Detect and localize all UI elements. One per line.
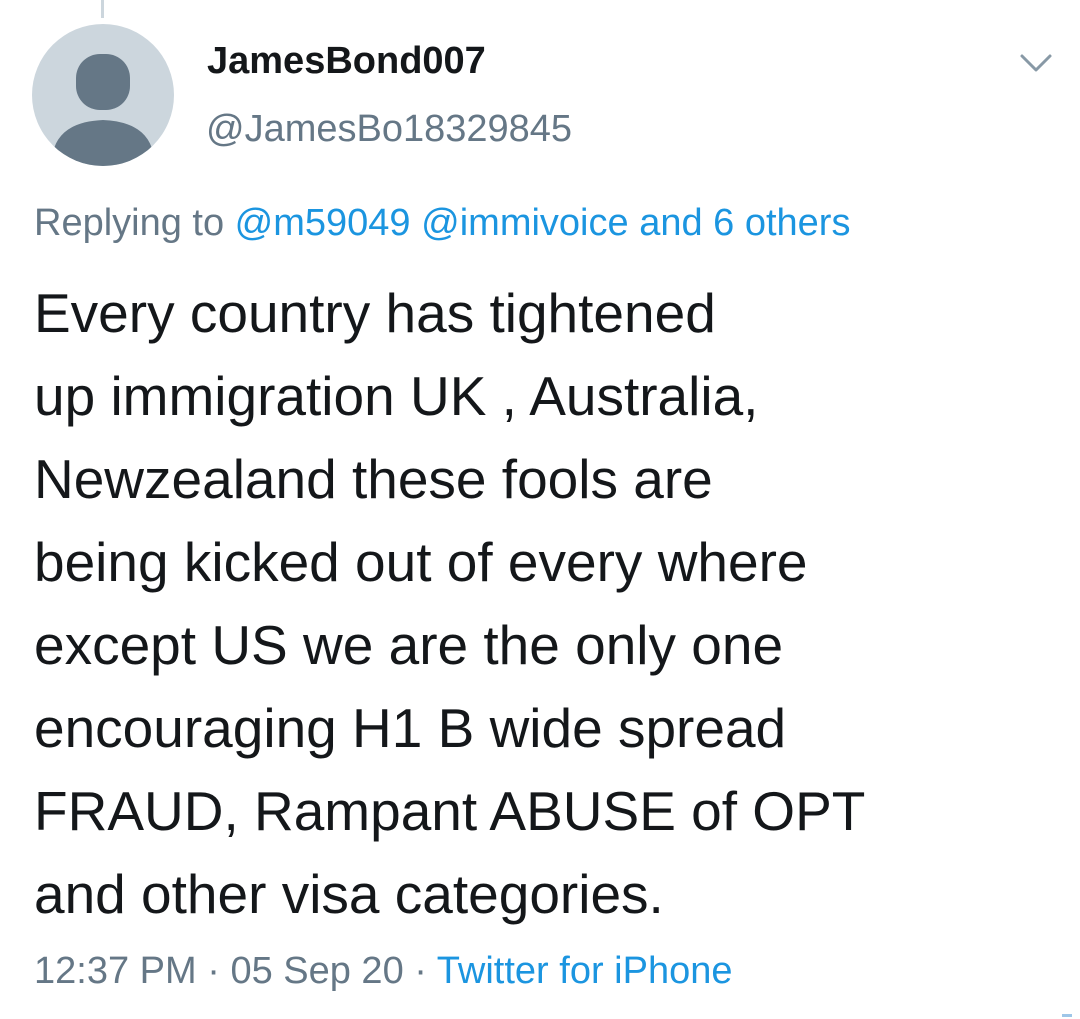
avatar[interactable] — [32, 24, 174, 166]
tweet-time[interactable]: 12:37 PM — [34, 950, 197, 992]
tweet-text-line: and other visa categories. — [34, 863, 664, 925]
corner-mark — [1062, 1014, 1072, 1017]
tweet-text-line: being kicked out of every where — [34, 531, 808, 593]
mention-link[interactable]: @immivoice — [421, 202, 628, 244]
tweet-text: Every country has tightened up immigrati… — [34, 272, 1054, 936]
meta-separator: · — [196, 950, 231, 992]
chevron-down-icon[interactable] — [1016, 48, 1056, 76]
tweet-date[interactable]: 05 Sep 20 — [230, 950, 403, 992]
author-display-name[interactable]: JamesBond007 — [207, 40, 486, 83]
tweet-meta: 12:37 PM · 05 Sep 20 · Twitter for iPhon… — [34, 950, 732, 993]
tweet-text-line: encouraging H1 B wide spread — [34, 697, 787, 759]
tweet-text-line: Newzealand these fools are — [34, 448, 713, 510]
tweet-text-line: FRAUD, Rampant ABUSE of OPT — [34, 780, 866, 842]
tweet-text-line: up immigration UK , Australia, — [34, 365, 759, 427]
others-link[interactable]: and 6 others — [639, 202, 850, 244]
tweet-text-line: Every country has tightened — [34, 282, 716, 344]
tweet-text-line: except US we are the only one — [34, 614, 784, 676]
tweet-source-link[interactable]: Twitter for iPhone — [437, 950, 733, 992]
default-user-avatar-icon — [52, 54, 154, 166]
thread-connector-line — [101, 0, 104, 18]
replying-to-prefix: Replying to — [34, 202, 235, 244]
meta-separator: · — [403, 950, 437, 992]
replying-to: Replying to @m59049 @immivoice and 6 oth… — [34, 202, 850, 245]
mention-link[interactable]: @m59049 — [235, 202, 411, 244]
author-handle[interactable]: @JamesBo18329845 — [206, 108, 572, 151]
